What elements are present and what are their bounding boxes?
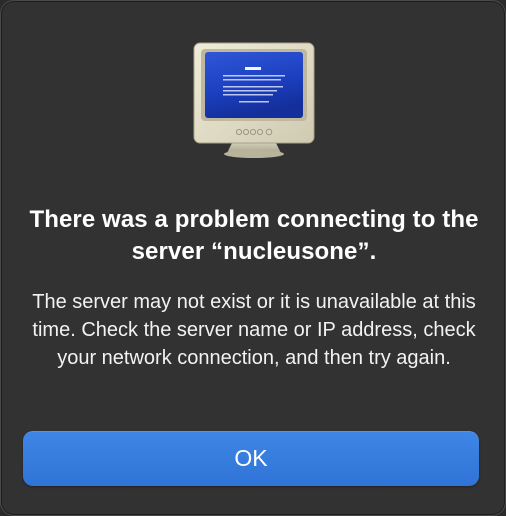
dialog-title: There was a problem connecting to the se…: [29, 206, 479, 265]
ok-button[interactable]: OK: [23, 431, 479, 486]
alert-dialog: There was a problem connecting to the se…: [0, 0, 506, 516]
dialog-message: The server may not exist or it is unavai…: [32, 291, 476, 369]
crt-monitor-icon: [189, 41, 319, 165]
